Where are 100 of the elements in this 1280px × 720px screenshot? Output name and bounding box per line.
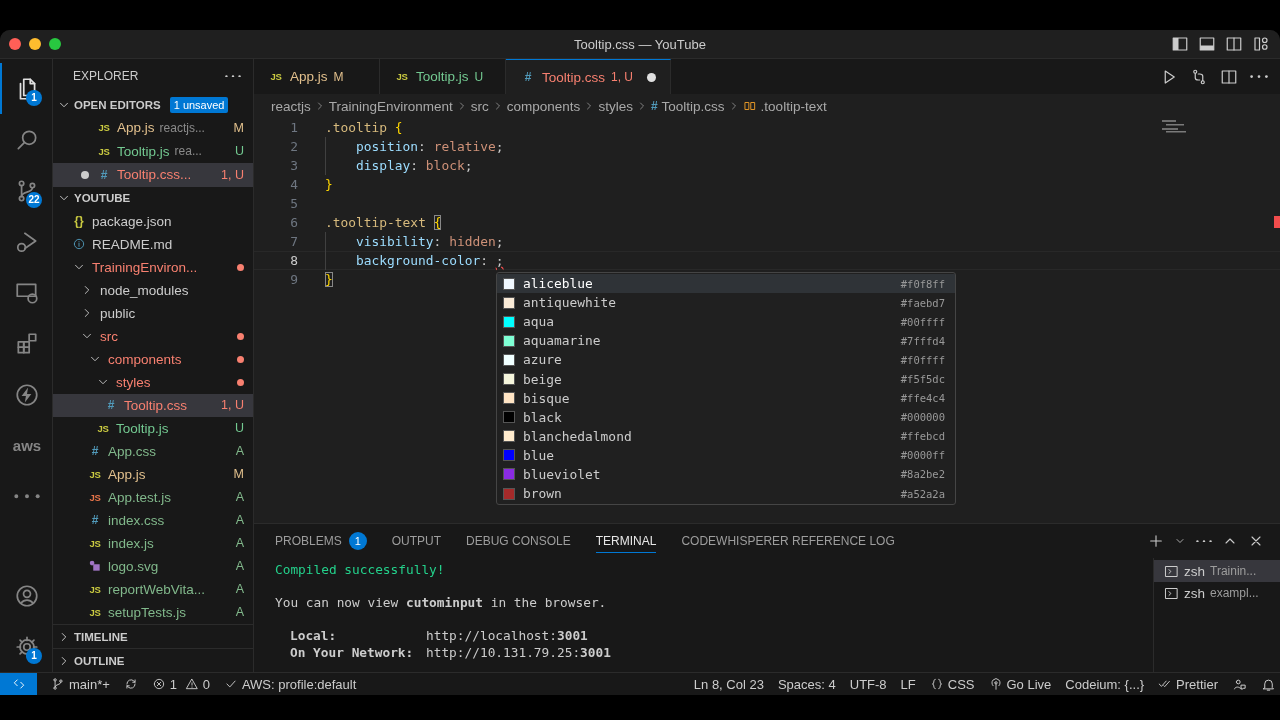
more-icon[interactable]	[225, 74, 241, 78]
close-window-button[interactable]	[9, 38, 21, 50]
suggestion-item[interactable]: blueviolet #8a2be2	[497, 464, 955, 485]
open-editor-item[interactable]: JS Tooltip.js rea... U	[53, 139, 253, 163]
file-name: Tooltip.js	[117, 143, 170, 159]
plus-icon[interactable]	[1148, 533, 1164, 549]
file-item[interactable]: # Tooltip.css 1, U	[53, 393, 253, 417]
suggestion-item[interactable]: blue #0000ff	[497, 445, 955, 465]
suggestion-item[interactable]: bisque #ffe4c4	[497, 388, 955, 408]
status-button[interactable]	[1261, 676, 1276, 692]
panel-tab[interactable]: DEBUG CONSOLE	[466, 529, 571, 553]
file-type-icon: JS	[89, 491, 101, 503]
status-item[interactable]: Codeium: {...}	[1065, 676, 1145, 692]
compare-icon[interactable]	[1190, 67, 1208, 86]
file-item[interactable]: JS App.js M	[53, 462, 253, 486]
file-name: styles	[116, 374, 151, 390]
breadcrumb-item[interactable]: reactjs	[271, 98, 311, 114]
suggestion-item[interactable]: aquamarine #7fffd4	[497, 331, 955, 351]
file-item[interactable]: logo.svg A	[53, 554, 253, 578]
more-icon[interactable]	[1250, 74, 1268, 79]
suggestion-label: blue	[523, 447, 555, 463]
folder-item[interactable]: src	[53, 324, 253, 348]
activity-item[interactable]: aws	[0, 420, 52, 471]
breadcrumb-item[interactable]: .tooltip-text	[742, 98, 827, 114]
activity-item[interactable]: 22	[0, 165, 52, 216]
breadcrumb-item[interactable]: styles	[598, 98, 633, 114]
file-item[interactable]: JS setupTests.js A	[53, 600, 253, 624]
file-item[interactable]: JS App.test.js A	[53, 485, 253, 509]
folder-item[interactable]: TrainingEnviron...	[53, 255, 253, 279]
minimap-drawing[interactable]	[1162, 119, 1188, 133]
suggestion-item[interactable]: black #000000	[497, 407, 955, 427]
file-item[interactable]: README.md	[53, 232, 253, 256]
file-item[interactable]: # App.css A	[53, 439, 253, 463]
folder-item[interactable]: components	[53, 347, 253, 371]
shell-name: zsh	[1184, 585, 1205, 601]
status-item[interactable]: Prettier	[1158, 676, 1218, 692]
code-line: position: relative;	[325, 137, 504, 156]
color-value: #a52a2a	[900, 487, 945, 500]
panel-tab[interactable]: OUTPUT	[391, 529, 442, 553]
breadcrumb-item[interactable]: # Tooltip.css	[650, 98, 725, 114]
suggestion-item[interactable]: blanchedalmond #ffebcd	[497, 426, 955, 446]
breadcrumb-item[interactable]: components	[506, 98, 581, 114]
file-name: src	[100, 328, 118, 344]
suggestion-item[interactable]: beige #f5f5dc	[497, 369, 955, 389]
file-path: reactjs...	[159, 120, 205, 135]
editor-tab[interactable]: # Tooltip.css 1, U	[506, 59, 672, 94]
status-item[interactable]: Ln 8, Col 23	[693, 676, 764, 692]
status-item[interactable]: LF	[900, 676, 916, 692]
folder-item[interactable]: node_modules	[53, 278, 253, 302]
file-item[interactable]: # index.css A	[53, 508, 253, 532]
sync-button[interactable]	[123, 677, 138, 691]
window-title: Tooltip.css — YouTube	[574, 36, 706, 52]
suggestion-item[interactable]: brown #a52a2a	[497, 484, 955, 504]
open-editor-item[interactable]: # Tooltip.css... 1, U	[53, 163, 253, 187]
status-item[interactable]: UTF-8	[849, 676, 887, 692]
breadcrumb-item[interactable]: src	[470, 98, 489, 114]
line-number: 4	[289, 177, 298, 192]
toggle-sidebar-icon[interactable]	[1171, 35, 1189, 53]
layout-icon[interactable]	[1252, 35, 1270, 53]
terminal-icon	[1164, 563, 1179, 579]
status-item[interactable]: AWS: profile:default	[223, 676, 357, 692]
status-item[interactable]: main*+	[51, 676, 110, 692]
panel-tab[interactable]: TERMINAL	[595, 529, 657, 553]
section-header[interactable]: YOUTUBE	[53, 186, 253, 210]
status-item[interactable]: Go Live	[988, 676, 1052, 692]
panel-tab[interactable]: CODEWHISPERER REFERENCE LOG	[681, 529, 895, 553]
status-item[interactable]: CSS	[929, 676, 975, 692]
info-icon	[72, 237, 86, 251]
suggestion-item[interactable]: aqua #00ffff	[497, 312, 955, 332]
suggestion-item[interactable]: antiquewhite #faebd7	[497, 293, 955, 313]
terminal-item[interactable]: zsh Trainin...	[1154, 560, 1280, 582]
remote-icon	[11, 677, 26, 691]
status-item[interactable]: Spaces: 4	[777, 676, 836, 692]
count-badge: 22	[26, 192, 42, 208]
minimize-window-button[interactable]	[29, 38, 41, 50]
maximize-window-button[interactable]	[49, 38, 61, 50]
section-header[interactable]: OPEN EDITORS 1 unsaved	[53, 93, 253, 116]
folder-item[interactable]: public	[53, 301, 253, 325]
sync-icon	[123, 677, 138, 691]
activity-item[interactable]: 1	[0, 621, 52, 672]
breadcrumb-item[interactable]: TrainingEnvironment	[328, 98, 453, 114]
file-item[interactable]: {} package.json	[53, 209, 253, 233]
section-header[interactable]: TIMELINE	[53, 624, 253, 648]
folder-item[interactable]: styles	[53, 370, 253, 394]
file-item[interactable]: JS reportWebVita... A	[53, 577, 253, 601]
file-name: Tooltip.css	[124, 397, 188, 413]
toggle-secondary-sidebar-icon[interactable]	[1225, 35, 1243, 53]
open-editor-item[interactable]: JS App.js reactjs... M	[53, 116, 253, 140]
suggestion-label: aliceblue	[523, 276, 593, 292]
toggle-panel-icon[interactable]	[1198, 35, 1216, 53]
file-item[interactable]: JS index.js A	[53, 531, 253, 555]
problems-status[interactable]: 1 0	[151, 676, 210, 692]
color-value: #ffebcd	[900, 430, 945, 443]
split-editor-icon[interactable]	[1220, 67, 1238, 86]
suggestion-item[interactable]: azure #f0ffff	[497, 350, 955, 370]
more-icon[interactable]	[1196, 539, 1212, 543]
suggestion-item[interactable]: aliceblue #f0f8ff	[497, 274, 955, 294]
file-item[interactable]: JS Tooltip.js U	[53, 416, 253, 440]
terminal-item[interactable]: zsh exampl...	[1154, 582, 1280, 604]
panel-tab[interactable]: PROBLEMS 1	[275, 529, 367, 553]
